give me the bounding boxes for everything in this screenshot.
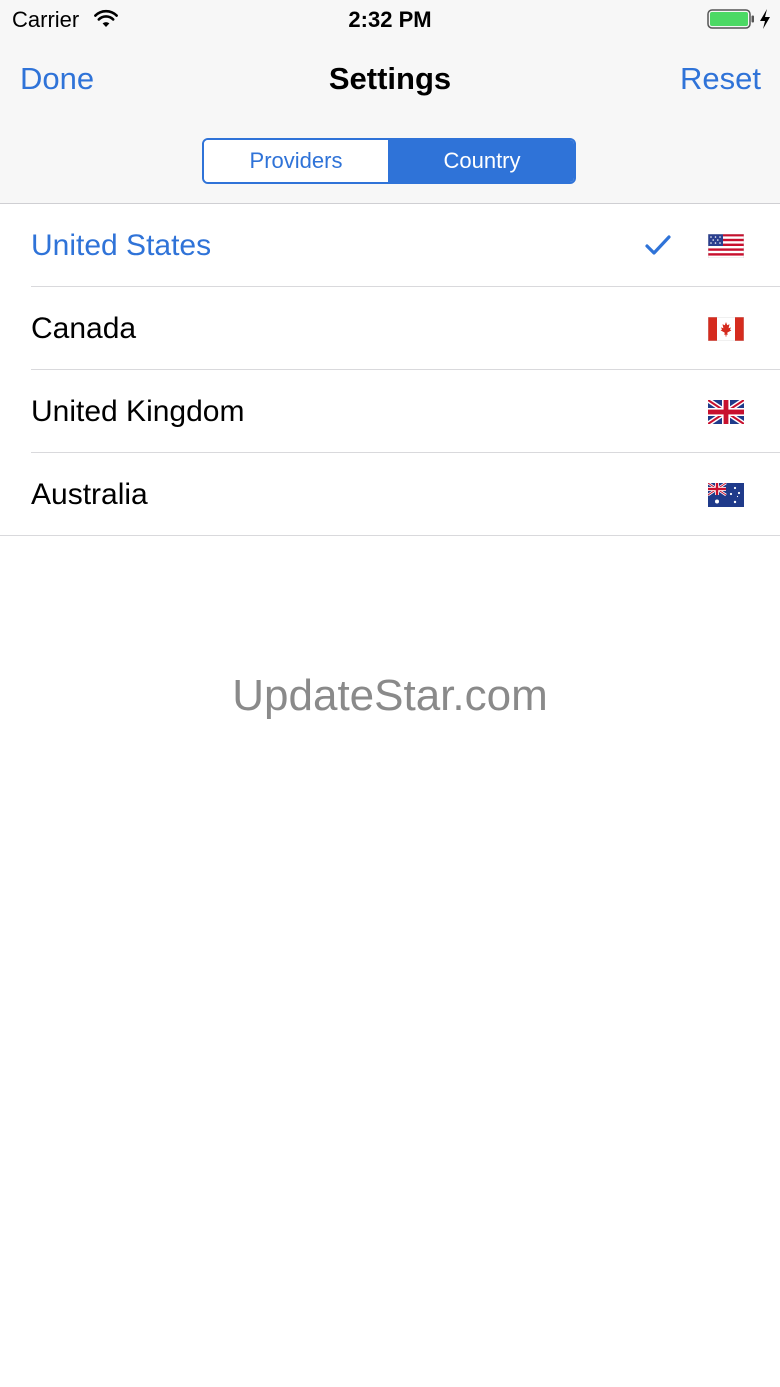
segment-providers[interactable]: Providers	[204, 140, 390, 182]
charging-bolt-icon	[760, 9, 770, 29]
watermark-text: UpdateStar.com	[232, 671, 548, 720]
reset-button[interactable]: Reset	[680, 60, 761, 98]
checkmark-icon	[645, 235, 671, 255]
segment-country[interactable]: Country	[390, 140, 574, 182]
uk-flag-icon	[708, 400, 744, 424]
country-list: United States Canada United Kingdom Aust…	[0, 204, 780, 536]
country-label: Australia	[31, 478, 148, 511]
us-flag-icon	[708, 234, 744, 258]
ca-flag-icon	[708, 317, 744, 341]
top-bar: Carrier 2:32 PM Done Settings Reset Prov…	[0, 0, 780, 204]
country-row-canada[interactable]: Canada	[0, 287, 780, 370]
segmented-control: Providers Country	[202, 138, 576, 184]
battery-icon	[707, 9, 754, 29]
page-title: Settings	[328, 61, 452, 96]
country-label: United Kingdom	[31, 395, 245, 428]
country-row-united-states[interactable]: United States	[0, 204, 780, 287]
country-label: United States	[31, 229, 212, 262]
country-row-australia[interactable]: Australia	[0, 453, 780, 536]
status-bar: Carrier 2:32 PM	[0, 0, 780, 40]
country-row-united-kingdom[interactable]: United Kingdom	[0, 370, 780, 453]
status-time: 2:32 PM	[348, 7, 432, 32]
au-flag-icon	[708, 483, 744, 507]
country-label: Canada	[31, 312, 137, 345]
